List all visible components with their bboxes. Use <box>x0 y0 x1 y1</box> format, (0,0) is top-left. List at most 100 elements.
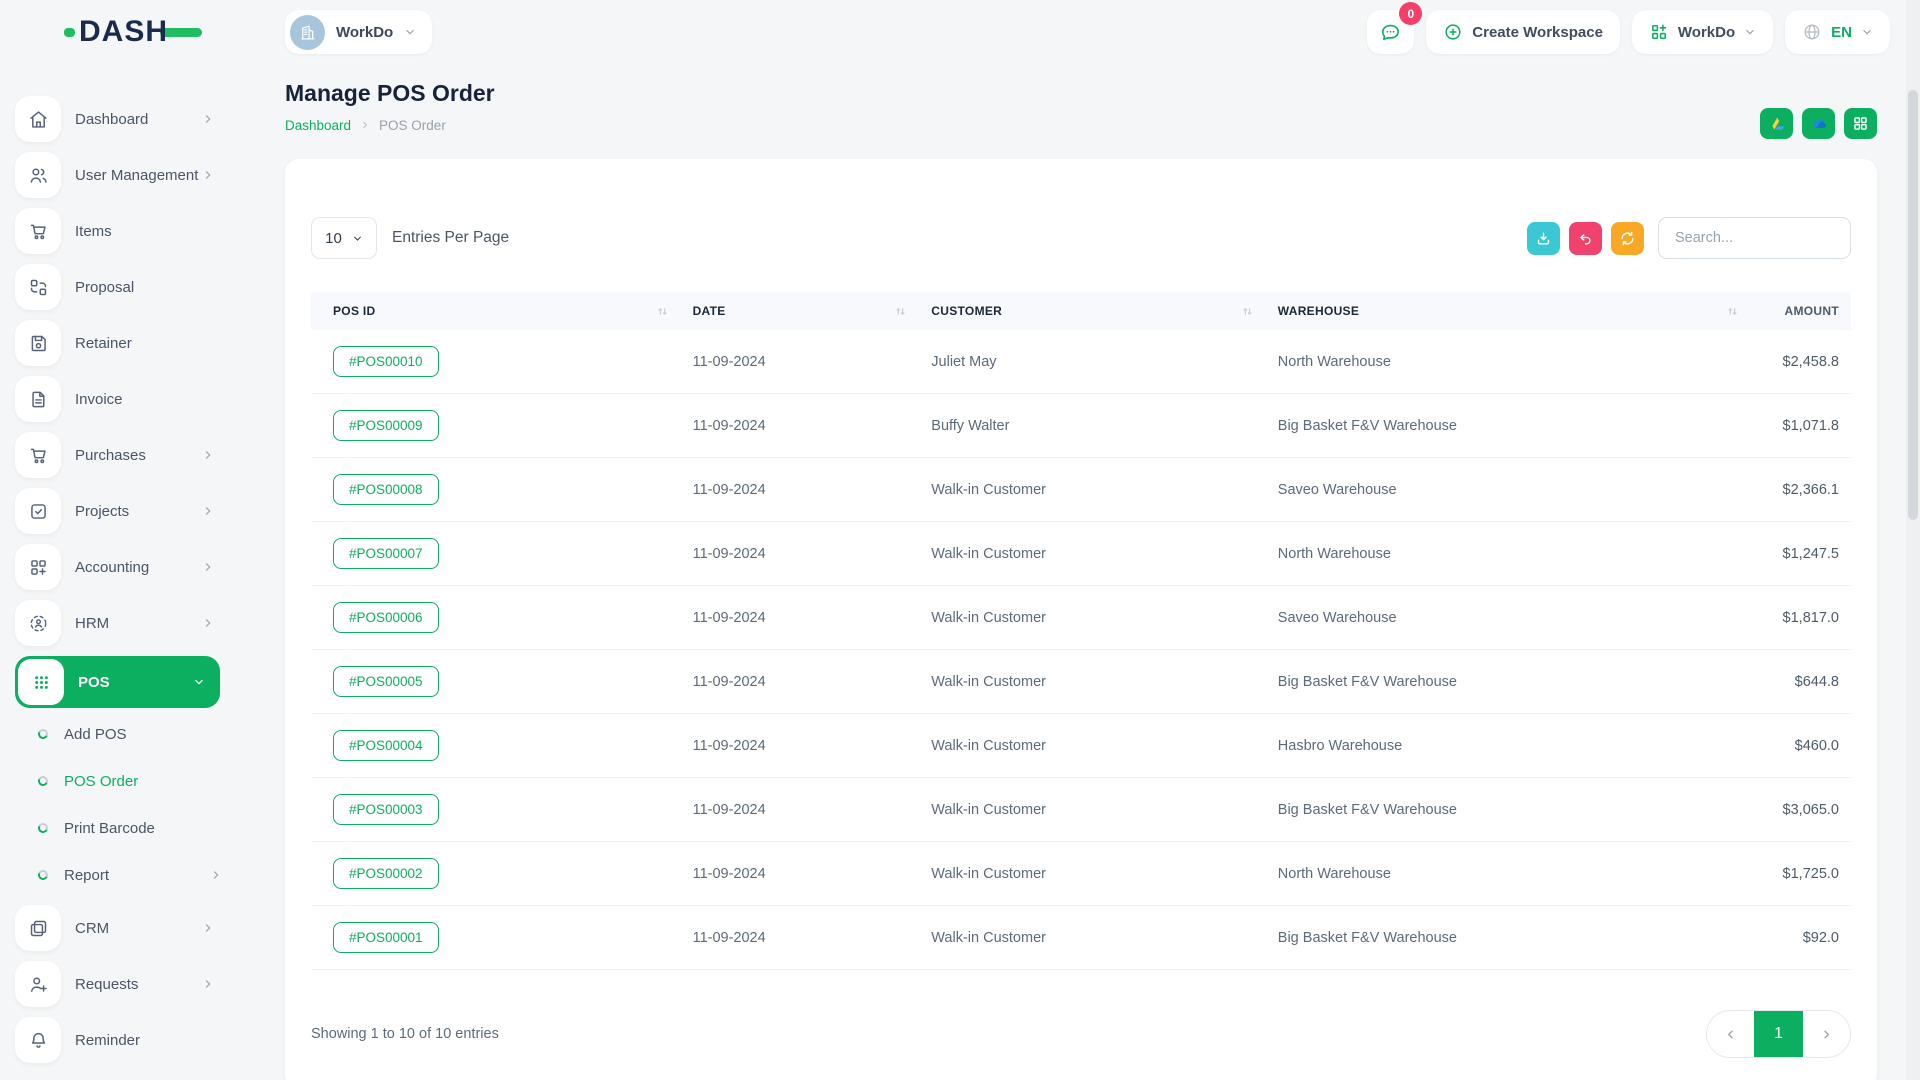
cell-warehouse: Saveo Warehouse <box>1266 458 1751 522</box>
sidebar-item-accounting[interactable]: Accounting <box>15 544 214 590</box>
brand-name: DASH <box>79 17 168 47</box>
pos-icon <box>18 659 64 705</box>
sidebar-item-reminder[interactable]: Reminder <box>15 1017 214 1063</box>
column-header-customer[interactable]: CUSTOMER <box>919 292 1266 330</box>
sidebar-item-purchases[interactable]: Purchases <box>15 432 214 478</box>
sidebar-subitem-pos-order[interactable]: POS Order <box>38 764 222 798</box>
refresh-button[interactable] <box>1611 222 1644 255</box>
breadcrumb-dashboard-link[interactable]: Dashboard <box>285 118 351 133</box>
sidebar-subitem-print-barcode[interactable]: Print Barcode <box>38 811 222 845</box>
sort-icon <box>656 305 669 318</box>
language-button[interactable]: EN <box>1785 10 1890 54</box>
undo-button[interactable] <box>1569 222 1602 255</box>
pos-id-badge[interactable]: #POS00008 <box>333 474 439 505</box>
sidebar-subitem-report[interactable]: Report <box>38 858 222 892</box>
chevron-right-icon <box>202 617 214 629</box>
table-header-row: POS ID DATE CUSTOMER WAREHOUSE AMOUNT <box>311 292 1851 330</box>
sidebar-item-user-management[interactable]: User Management <box>15 152 214 198</box>
pagination-prev-button[interactable] <box>1707 1011 1754 1057</box>
app-menu-button[interactable]: WorkDo <box>1632 10 1773 54</box>
create-workspace-button[interactable]: Create Workspace <box>1426 10 1620 54</box>
sidebar-subitem-label: Add POS <box>64 726 222 743</box>
table-row: #POS0000411-09-2024Walk-in CustomerHasbr… <box>311 714 1851 778</box>
toolbar-actions <box>1527 217 1851 259</box>
pos-orders-table: POS ID DATE CUSTOMER WAREHOUSE AMOUNT #POS00… <box>311 292 1851 970</box>
retainer-icon <box>15 320 61 366</box>
sidebar-item-pos[interactable]: POS <box>15 656 220 708</box>
pagination-page-button[interactable]: 1 <box>1754 1011 1803 1057</box>
cell-amount: $644.8 <box>1751 650 1851 714</box>
onedrive-button[interactable] <box>1802 108 1835 139</box>
cell-date: 11-09-2024 <box>681 906 920 970</box>
google-drive-button[interactable] <box>1760 108 1793 139</box>
chevron-right-icon <box>1820 1028 1833 1041</box>
sidebar-subitem-label: POS Order <box>64 773 222 790</box>
pos-order-card: 10 Entries Per Page POS IDDATECUSTOMERWA… <box>285 159 1877 1080</box>
search-input[interactable] <box>1658 217 1851 259</box>
pos-id-badge[interactable]: #POS00006 <box>333 602 439 633</box>
messages-button[interactable]: 0 <box>1367 10 1414 54</box>
pos-id-badge[interactable]: #POS00004 <box>333 730 439 761</box>
column-header-date[interactable]: DATE <box>681 292 920 330</box>
cell-warehouse: North Warehouse <box>1266 330 1751 394</box>
pos-id-badge[interactable]: #POS00005 <box>333 666 439 697</box>
workspace-name: WorkDo <box>336 24 393 41</box>
breadcrumb-current: POS Order <box>379 118 446 133</box>
scrollbar-thumb[interactable] <box>1908 90 1918 520</box>
language-label: EN <box>1831 24 1852 41</box>
cell-customer: Walk-in Customer <box>919 906 1266 970</box>
pos-id-badge[interactable]: #POS00009 <box>333 410 439 441</box>
pos-id-badge[interactable]: #POS00001 <box>333 922 439 953</box>
table-footer: Showing 1 to 10 of 10 entries 1 <box>311 1010 1851 1058</box>
sidebar-item-label: Requests <box>75 976 202 993</box>
column-header-pos-id[interactable]: POS ID <box>311 292 681 330</box>
workspace-selector[interactable]: WorkDo <box>285 10 432 54</box>
pagination-next-button[interactable] <box>1803 1011 1850 1057</box>
cell-date: 11-09-2024 <box>681 522 920 586</box>
sidebar-item-crm[interactable]: CRM <box>15 905 214 951</box>
column-label: AMOUNT <box>1785 304 1839 318</box>
cell-date: 11-09-2024 <box>681 842 920 906</box>
chat-icon <box>1379 21 1402 44</box>
pos-id-badge[interactable]: #POS00003 <box>333 794 439 825</box>
cell-amount: $3,065.0 <box>1751 778 1851 842</box>
sidebar-item-projects[interactable]: Projects <box>15 488 214 534</box>
apps-grid-button[interactable] <box>1844 108 1877 139</box>
column-label: POS ID <box>333 304 375 318</box>
pos-id-badge[interactable]: #POS00007 <box>333 538 439 569</box>
table-row: #POS0000311-09-2024Walk-in CustomerBig B… <box>311 778 1851 842</box>
export-button[interactable] <box>1527 222 1560 255</box>
main-content: Manage POS Order Dashboard POS Order 10 … <box>232 62 1920 1080</box>
sidebar-subitem-add-pos[interactable]: Add POS <box>38 717 222 751</box>
sidebar-item-dashboard[interactable]: Dashboard <box>15 96 214 142</box>
sidebar-item-requests[interactable]: Requests <box>15 961 214 1007</box>
cell-amount: $1,817.0 <box>1751 586 1851 650</box>
column-header-amount: AMOUNT <box>1751 292 1851 330</box>
sidebar-item-label: User Management <box>75 167 202 184</box>
column-label: CUSTOMER <box>931 304 1002 318</box>
cell-warehouse: Saveo Warehouse <box>1266 586 1751 650</box>
sidebar-item-invoice[interactable]: Invoice <box>15 376 214 422</box>
table-row: #POS0000511-09-2024Walk-in CustomerBig B… <box>311 650 1851 714</box>
sort-icon <box>1726 305 1739 318</box>
cell-date: 11-09-2024 <box>681 394 920 458</box>
chevron-down-icon <box>1744 26 1756 38</box>
sidebar-item-hrm[interactable]: HRM <box>15 600 214 646</box>
cell-customer: Walk-in Customer <box>919 458 1266 522</box>
sidebar-nav: Dashboard User Management Items Proposal Ret… <box>0 96 232 1063</box>
column-header-warehouse[interactable]: WAREHOUSE <box>1266 292 1751 330</box>
sidebar-item-items[interactable]: Items <box>15 208 214 254</box>
pos-id-badge[interactable]: #POS00010 <box>333 346 439 377</box>
accounting-icon <box>15 544 61 590</box>
cell-warehouse: Big Basket F&V Warehouse <box>1266 906 1751 970</box>
pos-id-badge[interactable]: #POS00002 <box>333 858 439 889</box>
sidebar-item-proposal[interactable]: Proposal <box>15 264 214 310</box>
sort-icon <box>894 305 907 318</box>
cell-amount: $1,247.5 <box>1751 522 1851 586</box>
cell-date: 11-09-2024 <box>681 650 920 714</box>
topbar-actions: 0 Create Workspace WorkDo EN <box>1367 10 1890 54</box>
globe-icon <box>1802 22 1822 42</box>
page-scrollbar[interactable] <box>1906 0 1920 1080</box>
sidebar-item-retainer[interactable]: Retainer <box>15 320 214 366</box>
entries-per-page-select[interactable]: 10 <box>311 217 377 259</box>
